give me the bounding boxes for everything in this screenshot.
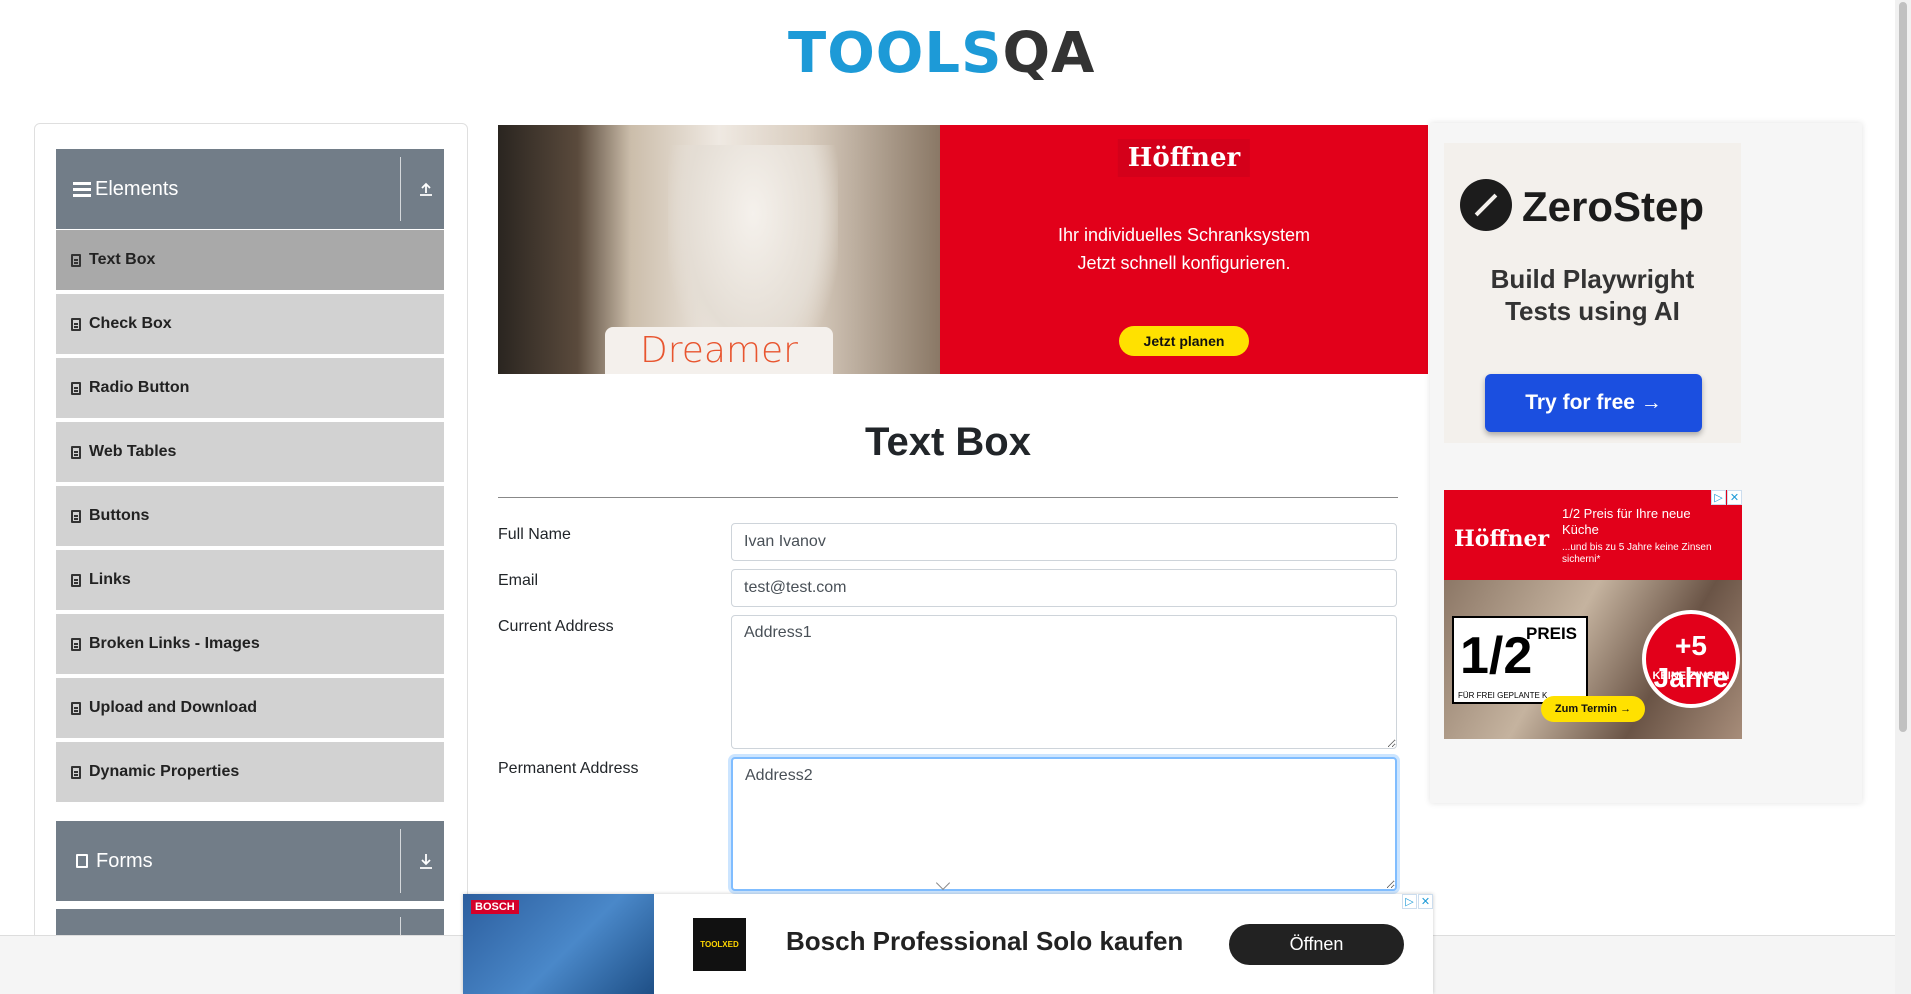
sidebar-item-label: Broken Links - Images — [89, 635, 260, 652]
ad-banner-bottom[interactable]: BOSCH TOOLXED Bosch Professional Solo ka… — [463, 894, 1433, 994]
zerostep-brand: ZeroStep — [1522, 183, 1705, 230]
ad-info-icon[interactable]: ▷ — [1711, 490, 1726, 505]
sidebar-item-label: Links — [89, 571, 131, 588]
sidebar-item-text-box[interactable]: Text Box — [56, 230, 444, 292]
list-item-icon — [71, 509, 81, 523]
forms-icon — [76, 854, 88, 868]
bottom-ad-open-button[interactable]: Öffnen — [1229, 924, 1404, 965]
half-price-footer: FÜR FREI GEPLANTE K — [1458, 691, 1548, 700]
sidebar-item-buttons[interactable]: Buttons — [56, 486, 444, 548]
list-item-icon — [71, 701, 81, 715]
ad-info-icon[interactable]: ▷ — [1402, 894, 1417, 909]
sidebar-item-radio-button[interactable]: Radio Button — [56, 358, 444, 420]
sidebar-item-check-box[interactable]: Check Box — [56, 294, 444, 356]
bosch-badge: BOSCH — [471, 900, 519, 914]
sidebar-item-label: Check Box — [89, 315, 172, 332]
sidebar-item-label: Web Tables — [89, 443, 177, 460]
list-item-icon — [71, 381, 81, 395]
ad-text-line2: Jetzt schnell konfigurieren. — [1077, 253, 1291, 273]
hoeffner-side-subline: ...und bis zu 5 Jahre keine Zinsen siche… — [1562, 542, 1712, 565]
list-item-icon — [71, 317, 81, 331]
hoeffner-side-brand: Höffner — [1454, 526, 1550, 552]
logo-qa: QA — [1002, 20, 1096, 86]
email-input[interactable] — [731, 569, 1397, 607]
half-price-badge: 1/2 PREIS FÜR FREI GEPLANTE K — [1452, 616, 1588, 704]
sidebar-item-label: Dynamic Properties — [89, 763, 240, 780]
logo-text: TOOLSQA — [788, 21, 1095, 86]
hoeffner-termin-button[interactable]: Zum Termin → — [1541, 696, 1645, 722]
ad-close-icon[interactable]: ✕ — [1727, 490, 1742, 505]
group-divider — [400, 829, 401, 893]
ad-text-line1: Ihr individuelles Schranksystem — [1057, 225, 1311, 245]
group-divider — [400, 157, 401, 221]
hoeffner-headline-line2: Küche — [1562, 522, 1599, 537]
zerostep-subtitle-line2: Tests using AI — [1505, 296, 1680, 326]
list-item-icon — [71, 765, 81, 779]
sidebar-item-label: Buttons — [89, 507, 150, 524]
sidebar-item-upload-download[interactable]: Upload and Download — [56, 678, 444, 740]
page-title: Text Box — [865, 420, 1031, 464]
full-name-input[interactable] — [731, 523, 1397, 561]
title-divider — [498, 497, 1398, 498]
ad-choices: ▷ ✕ — [1711, 490, 1742, 505]
group-title-elements: Elements — [95, 177, 179, 200]
hoeffner-side-image: 1/2 PREIS FÜR FREI GEPLANTE K +5 Jahre K… — [1444, 580, 1742, 739]
hoeffner-side-header: Höffner 1/2 Preis für Ihre neue Küche ..… — [1444, 490, 1742, 580]
sidebar-item-links[interactable]: Links — [56, 550, 444, 612]
bottom-ad-title: Bosch Professional Solo kaufen — [786, 926, 1184, 956]
collapse-arrow-up-icon[interactable] — [416, 177, 436, 201]
zerostep-cta-button[interactable]: Try for free → — [1485, 374, 1702, 432]
interest-free-badge: +5 Jahre KEINE ZINSEN — [1642, 610, 1740, 708]
expand-arrow-down-icon[interactable] — [416, 849, 436, 873]
permanent-address-textarea[interactable]: Address2 — [731, 757, 1397, 891]
menu-hamburger-icon — [73, 181, 91, 197]
half-price-label: PREIS — [1526, 624, 1578, 643]
group-title-forms: Forms — [96, 849, 153, 872]
zerostep-subtitle-line1: Build Playwright — [1490, 264, 1695, 294]
current-address-label: Current Address — [498, 618, 614, 635]
group-header-elements[interactable]: Elements — [56, 149, 444, 229]
right-ad-column: ZeroStep Build Playwright Tests using AI… — [1430, 123, 1862, 803]
ad-hoeffner-side[interactable]: Höffner 1/2 Preis für Ihre neue Küche ..… — [1444, 490, 1742, 739]
current-address-textarea[interactable]: Address1 — [731, 615, 1397, 749]
email-label: Email — [498, 572, 539, 589]
ad-photo: Dreamer — [498, 125, 940, 374]
half-price-big: 1/2 — [1460, 627, 1533, 685]
hoeffner-headline-line1: 1/2 Preis für Ihre neue — [1562, 506, 1691, 521]
ad-photo-caption: Dreamer — [605, 327, 833, 374]
ad-close-icon[interactable]: ✕ — [1418, 894, 1433, 909]
permanent-address-label: Permanent Address — [498, 760, 639, 777]
toolxed-logo: TOOLXED — [693, 918, 746, 971]
ad-zerostep[interactable]: ZeroStep Build Playwright Tests using AI… — [1444, 143, 1741, 443]
ad-cta-button[interactable]: Jetzt planen — [1119, 326, 1249, 356]
list-item-icon — [71, 253, 81, 267]
zerostep-logo-icon — [1460, 179, 1512, 231]
list-item-icon — [71, 637, 81, 651]
page: TOOLSQA Elements Text Box Check Box Radi… — [0, 0, 1911, 994]
group-header-forms[interactable]: Forms — [56, 821, 444, 901]
toolsqa-logo[interactable]: TOOLSQA — [788, 14, 1114, 92]
list-item-icon — [71, 573, 81, 587]
sidebar-item-web-tables[interactable]: Web Tables — [56, 422, 444, 484]
ad-brand-logo: Höffner — [1117, 139, 1251, 177]
sidebar-item-broken-links[interactable]: Broken Links - Images — [56, 614, 444, 676]
sidebar-item-dynamic-properties[interactable]: Dynamic Properties — [56, 742, 444, 804]
ad-choices: ▷ ✕ — [1402, 894, 1433, 909]
logo-tools: TOOLS — [788, 20, 1003, 86]
sidebar-item-label: Text Box — [89, 251, 156, 268]
scrollbar-thumb[interactable] — [1899, 2, 1907, 732]
ad-red-panel: Höffner Ihr individuelles Schranksystem … — [940, 125, 1428, 374]
bosch-product-image: BOSCH — [463, 894, 654, 994]
zerostep-subtitle: Build Playwright Tests using AI — [1444, 263, 1741, 327]
vertical-scrollbar[interactable] — [1895, 0, 1911, 994]
interest-free-small: KEINE ZINSEN — [1652, 670, 1730, 682]
full-name-label: Full Name — [498, 526, 571, 543]
hoeffner-side-headline: 1/2 Preis für Ihre neue Küche — [1562, 506, 1732, 538]
list-item-icon — [71, 445, 81, 459]
sidebar-item-label: Radio Button — [89, 379, 190, 396]
interest-free-big: +5 Jahre — [1653, 630, 1729, 693]
sidebar-item-label: Upload and Download — [89, 699, 257, 716]
ad-banner-top[interactable]: Dreamer Höffner Ihr individuelles Schran… — [498, 125, 1428, 374]
